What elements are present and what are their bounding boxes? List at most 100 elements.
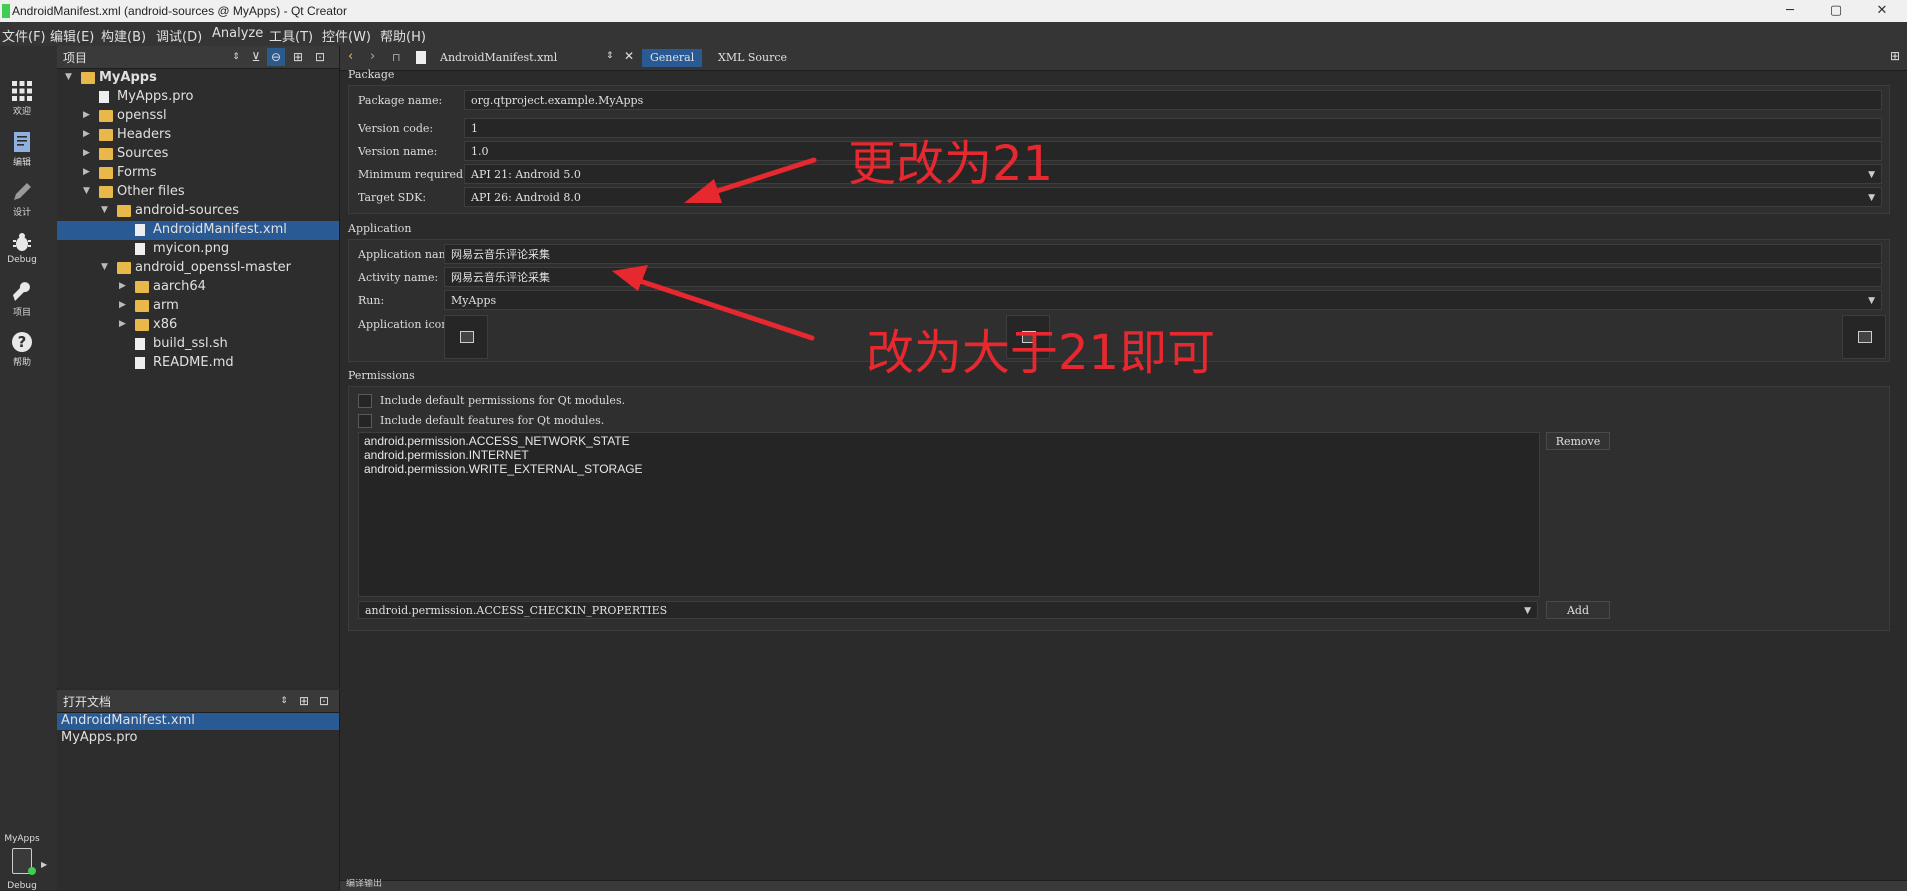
menu-debug[interactable]: 调试(D): [156, 26, 202, 45]
version-name-input[interactable]: 1.0: [464, 141, 1882, 161]
split-view-icon[interactable]: ⊞: [295, 692, 313, 710]
open-doc-item[interactable]: MyApps.pro: [57, 730, 339, 747]
link-editor-icon[interactable]: ⊖: [267, 48, 285, 66]
tree-item-label: android_openssl-master: [135, 260, 291, 275]
include-permissions-checkbox[interactable]: [358, 394, 372, 408]
menu-edit[interactable]: 编辑(E): [50, 26, 94, 45]
close-window-button[interactable]: ✕: [1859, 0, 1905, 22]
permissions-list[interactable]: android.permission.ACCESS_NETWORK_STATE …: [358, 432, 1540, 597]
permission-item[interactable]: android.permission.WRITE_EXTERNAL_STORAG…: [364, 462, 643, 476]
tree-item[interactable]: build_ssl.sh: [57, 335, 339, 354]
menu-controls[interactable]: 控件(W): [322, 26, 371, 45]
min-sdk-value: API 21: Android 5.0: [471, 168, 581, 181]
tab-general[interactable]: General: [642, 49, 703, 67]
permission-item[interactable]: android.permission.INTERNET: [364, 448, 529, 462]
kit-expand-arrow-icon[interactable]: ▶: [41, 860, 47, 869]
version-code-input[interactable]: 1: [464, 118, 1882, 138]
menu-build[interactable]: 构建(B): [101, 26, 146, 45]
split-view-icon[interactable]: ⊞: [289, 48, 307, 66]
folder-icon: [117, 205, 131, 217]
tree-item[interactable]: myicon.png: [57, 240, 339, 259]
tree-item[interactable]: ▶ arm: [57, 297, 339, 316]
mode-projects[interactable]: 项目: [0, 281, 44, 318]
maximize-button[interactable]: ▢: [1813, 0, 1859, 22]
tree-item[interactable]: ▼ Other files: [57, 183, 339, 202]
kit-selector-device-icon[interactable]: [12, 848, 36, 875]
tree-item[interactable]: ▶ x86: [57, 316, 339, 335]
collapse-arrow-icon[interactable]: ▼: [101, 205, 108, 215]
tree-item-label: build_ssl.sh: [153, 336, 228, 351]
view-selector-arrows-icon[interactable]: ⇕: [227, 48, 245, 66]
tree-item[interactable]: ▶ openssl: [57, 107, 339, 126]
app-icon-low-dpi-button[interactable]: [444, 315, 488, 359]
expand-arrow-icon[interactable]: ▶: [119, 319, 126, 329]
mode-help[interactable]: ? 帮助: [0, 331, 44, 368]
open-doc-item[interactable]: AndroidManifest.xml: [57, 713, 339, 730]
include-features-checkbox[interactable]: [358, 414, 372, 428]
close-document-icon[interactable]: ✕: [624, 49, 634, 63]
add-permission-combo[interactable]: android.permission.ACCESS_CHECKIN_PROPER…: [358, 601, 1538, 619]
tree-item[interactable]: ▶ aarch64: [57, 278, 339, 297]
project-tree-panel: 项目 ⇕ ⊻ ⊖ ⊞ ⊡ ▼ MyApps MyApps.pro ▶ openssl ▶ H…: [57, 46, 340, 688]
open-documents-title: 打开文档: [63, 695, 112, 709]
target-sdk-combo[interactable]: API 26: Android 8.0 ▼: [464, 187, 1882, 207]
mode-design[interactable]: 设计: [0, 181, 44, 218]
expand-arrow-icon[interactable]: ▶: [83, 110, 90, 120]
filter-icon[interactable]: ⊻: [247, 48, 265, 66]
expand-arrow-icon[interactable]: ▶: [119, 300, 126, 310]
nav-back-icon[interactable]: ‹: [348, 49, 353, 64]
tree-item[interactable]: ▼ MyApps: [57, 69, 339, 88]
expand-arrow-icon[interactable]: ▶: [83, 129, 90, 139]
tree-item-label: Forms: [117, 165, 157, 180]
expand-arrow-icon[interactable]: ▶: [119, 281, 126, 291]
nav-forward-icon[interactable]: ›: [370, 49, 375, 64]
tree-item-label: myicon.png: [153, 241, 230, 256]
activity-name-input[interactable]: 网易云音乐评论采集: [444, 267, 1882, 287]
mode-edit[interactable]: 编辑: [0, 131, 44, 168]
close-panel-icon[interactable]: ⊡: [311, 48, 329, 66]
remove-permission-button[interactable]: Remove: [1546, 432, 1610, 450]
mode-debug[interactable]: Debug: [0, 231, 44, 265]
expand-arrow-icon[interactable]: ▶: [83, 148, 90, 158]
run-combo[interactable]: MyApps ▼: [444, 290, 1882, 310]
view-selector-arrows-icon[interactable]: ⇕: [275, 692, 293, 710]
app-icon-high-dpi-button[interactable]: [1842, 315, 1886, 359]
tree-item[interactable]: AndroidManifest.xml: [57, 221, 339, 240]
tree-item[interactable]: ▼ android-sources: [57, 202, 339, 221]
menu-analyze[interactable]: Analyze: [212, 26, 263, 41]
mode-welcome[interactable]: 欢迎: [0, 80, 44, 117]
tree-item[interactable]: ▶ Headers: [57, 126, 339, 145]
output-pane-bar: 编译输出: [340, 879, 1907, 891]
minimize-button[interactable]: ─: [1767, 0, 1813, 22]
current-file-name[interactable]: AndroidManifest.xml: [440, 51, 557, 64]
min-sdk-combo[interactable]: API 21: Android 5.0 ▼: [464, 164, 1882, 184]
tree-item[interactable]: MyApps.pro: [57, 88, 339, 107]
form-scrollbar[interactable]: [1892, 72, 1900, 880]
package-name-input[interactable]: org.qtproject.example.MyApps: [464, 90, 1882, 110]
version-code-label: Version code:: [358, 122, 434, 135]
close-panel-icon[interactable]: ⊡: [315, 692, 333, 710]
manifest-form: Package Package name: org.qtproject.exam…: [340, 68, 1907, 880]
tree-item[interactable]: ▶ Sources: [57, 145, 339, 164]
split-editor-icon[interactable]: ⊞: [1890, 49, 1900, 63]
open-documents-header: 打开文档 ⇕ ⊞ ⊡: [57, 690, 339, 713]
tab-xml-source[interactable]: XML Source: [710, 49, 795, 67]
kit-project-name: MyApps: [4, 834, 40, 844]
menu-file[interactable]: 文件(F): [2, 26, 46, 45]
permissions-group-title: Permissions: [348, 369, 415, 382]
tree-item[interactable]: ▶ Forms: [57, 164, 339, 183]
expand-arrow-icon[interactable]: ▶: [83, 167, 90, 177]
tree-item[interactable]: README.md: [57, 354, 339, 373]
project-panel-title: 项目: [63, 51, 88, 65]
compile-output-tab[interactable]: 编译输出: [346, 879, 382, 889]
app-name-input[interactable]: 网易云音乐评论采集: [444, 244, 1882, 264]
collapse-arrow-icon[interactable]: ▼: [65, 72, 72, 82]
file-selector-arrows-icon[interactable]: ⇕: [606, 51, 614, 61]
add-permission-button[interactable]: Add: [1546, 601, 1610, 619]
tree-item[interactable]: ▼ android_openssl-master: [57, 259, 339, 278]
menu-help[interactable]: 帮助(H): [380, 26, 426, 45]
collapse-arrow-icon[interactable]: ▼: [83, 186, 90, 196]
collapse-arrow-icon[interactable]: ▼: [101, 262, 108, 272]
permission-item[interactable]: android.permission.ACCESS_NETWORK_STATE: [364, 434, 630, 448]
menu-tools[interactable]: 工具(T): [269, 26, 313, 45]
